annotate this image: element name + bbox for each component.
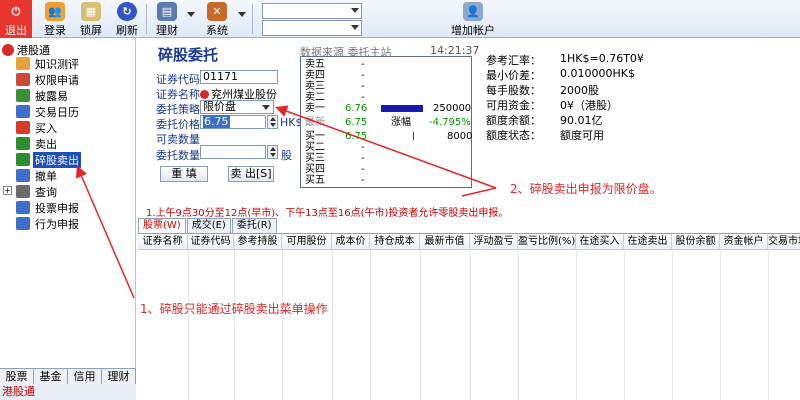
annotation-odd-lot-menu: 1、碎股只能通过碎股卖出菜单操作: [140, 302, 328, 316]
annotation-limit-order: 2、碎股卖出申报为限价盘。: [510, 182, 662, 196]
arrow-to-strategy: [275, 105, 497, 189]
arrow-tail: [461, 187, 497, 197]
arrow-to-odd-lot-sell: [76, 165, 135, 299]
annotation-arrows: [76, 105, 497, 299]
